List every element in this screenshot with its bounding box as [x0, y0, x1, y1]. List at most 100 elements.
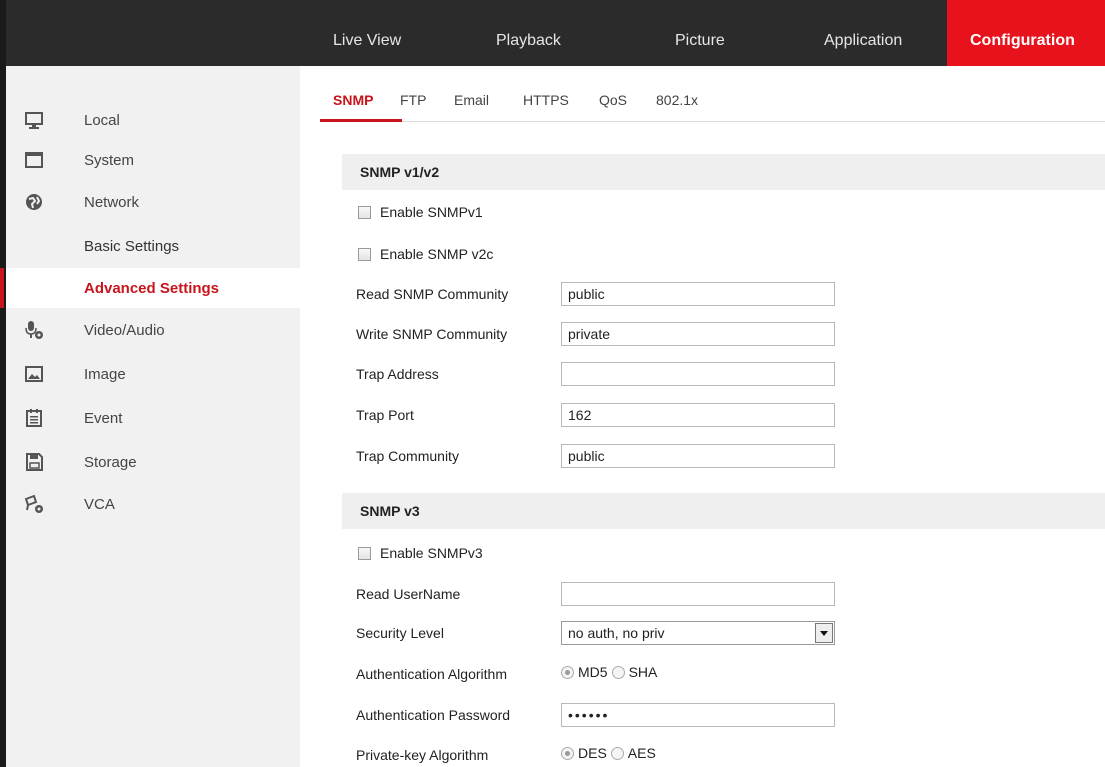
sidebar-item-label: Storage	[84, 453, 137, 471]
write-community-row: Write SNMP Community private	[356, 322, 1105, 346]
nav-configuration-label: Configuration	[970, 32, 1075, 49]
sidebar-item-basic-settings[interactable]: Basic Settings	[6, 226, 300, 266]
section-header-snmp-v1v2: SNMP v1/v2	[342, 154, 1105, 190]
sidebar-item-system[interactable]: System	[6, 140, 300, 180]
trap-port-input[interactable]: 162	[561, 403, 835, 427]
top-navigation-bar: Live View Playback Picture Application C…	[0, 0, 1105, 66]
security-level-label: Security Level	[356, 625, 444, 641]
section-header-snmp-v3: SNMP v3	[342, 493, 1105, 529]
auth-password-input[interactable]: ••••••	[561, 703, 835, 727]
tab-bar: SNMP FTP Email HTTPS QoS 802.1x	[320, 66, 1105, 122]
tab-https[interactable]: HTTPS	[523, 92, 569, 108]
sidebar-item-local[interactable]: Local	[6, 100, 300, 140]
security-level-value: no auth, no priv	[568, 625, 665, 641]
microphone-gear-icon	[25, 321, 43, 339]
write-community-label: Write SNMP Community	[356, 326, 508, 342]
monitor-icon	[25, 112, 43, 129]
chevron-down-icon[interactable]	[815, 623, 833, 643]
read-username-input[interactable]	[561, 582, 835, 606]
save-disk-icon	[26, 453, 43, 471]
nav-configuration[interactable]: Configuration	[947, 0, 1105, 66]
content-panel: SNMP FTP Email HTTPS QoS 802.1x SNMP v1/…	[300, 66, 1105, 767]
nav-application-label: Application	[824, 32, 903, 49]
private-key-algorithm-row: Private-key Algorithm DES AES	[356, 743, 1105, 767]
sidebar-item-label: Video/Audio	[84, 321, 165, 339]
trap-port-row: Trap Port 162	[356, 403, 1105, 427]
sidebar-item-label: Basic Settings	[84, 237, 180, 255]
enable-snmpv3-checkbox[interactable]	[358, 547, 371, 560]
calendar-icon	[26, 409, 42, 427]
priv-aes-radio[interactable]	[610, 746, 624, 760]
nav-picture[interactable]: Picture	[643, 0, 790, 66]
auth-md5-radio[interactable]	[561, 665, 574, 679]
private-key-algorithm-label: Private-key Algorithm	[356, 747, 489, 763]
trap-address-input[interactable]	[561, 362, 835, 386]
trap-community-input[interactable]: public	[561, 444, 835, 468]
sidebar-item-network[interactable]: Network	[6, 182, 300, 222]
read-community-row: Read SNMP Community public	[356, 282, 1105, 306]
sidebar-item-label: Event	[84, 409, 123, 427]
priv-aes-label: AES	[627, 745, 656, 761]
camera-gear-icon	[24, 494, 43, 513]
enable-snmpv2c-checkbox[interactable]	[358, 248, 371, 261]
trap-address-row: Trap Address	[356, 362, 1105, 386]
nav-picture-label: Picture	[675, 32, 725, 49]
sidebar-item-image[interactable]: Image	[6, 354, 300, 394]
tab-ftp[interactable]: FTP	[400, 92, 426, 108]
sidebar-item-video-audio[interactable]: Video/Audio	[6, 310, 300, 350]
active-tab-underline	[320, 119, 402, 122]
section-title: SNMP v1/v2	[360, 164, 440, 180]
tab-8021x[interactable]: 802.1x	[656, 92, 698, 108]
sidebar-item-label: Network	[84, 193, 140, 211]
nav-live-view-label: Live View	[333, 32, 402, 49]
active-indicator	[0, 268, 4, 308]
priv-des-label: DES	[578, 745, 607, 761]
auth-md5-label: MD5	[578, 664, 608, 680]
sidebar-item-label: VCA	[84, 495, 115, 513]
sidebar-item-label: Image	[84, 365, 126, 383]
sidebar-item-vca[interactable]: VCA	[6, 484, 300, 524]
sidebar-item-storage[interactable]: Storage	[6, 442, 300, 482]
tab-email[interactable]: Email	[454, 92, 489, 108]
sidebar-item-label: Local	[84, 111, 120, 129]
sidebar-item-label: System	[84, 151, 135, 169]
read-community-label: Read SNMP Community	[356, 286, 509, 302]
trap-community-row: Trap Community public	[356, 444, 1105, 468]
nav-live-view[interactable]: Live View	[306, 0, 476, 66]
auth-algorithm-row: Authentication Algorithm MD5 SHA	[356, 662, 1105, 686]
sidebar-item-event[interactable]: Event	[6, 398, 300, 438]
write-community-input[interactable]: private	[561, 322, 835, 346]
auth-sha-radio[interactable]	[611, 665, 625, 679]
nav-playback-label: Playback	[496, 32, 561, 49]
trap-community-label: Trap Community	[356, 448, 459, 464]
private-key-algorithm-radio-group: DES AES	[561, 745, 658, 761]
auth-password-row: Authentication Password ••••••	[356, 703, 1105, 727]
main-nav: Live View Playback Picture Application C…	[306, 0, 1105, 66]
read-community-input[interactable]: public	[561, 282, 835, 306]
sidebar-item-label: Advanced Settings	[84, 279, 220, 297]
section-title: SNMP v3	[360, 503, 420, 519]
enable-snmpv3-label: Enable SNMPv3	[380, 545, 483, 561]
enable-snmpv2c-label: Enable SNMP v2c	[380, 246, 494, 262]
sidebar: Local System Network Basic Settings Adva…	[0, 66, 300, 767]
enable-snmpv1-label: Enable SNMPv1	[380, 204, 483, 220]
auth-sha-label: SHA	[628, 664, 658, 680]
trap-port-label: Trap Port	[356, 407, 414, 423]
nav-application[interactable]: Application	[790, 0, 947, 66]
trap-address-label: Trap Address	[356, 366, 439, 382]
tab-qos[interactable]: QoS	[599, 92, 627, 108]
priv-des-radio[interactable]	[561, 746, 574, 760]
security-level-row: Security Level no auth, no priv	[356, 621, 1105, 645]
nav-playback[interactable]: Playback	[476, 0, 643, 66]
auth-algorithm-radio-group: MD5 SHA	[561, 664, 659, 680]
globe-icon	[26, 194, 42, 210]
sidebar-item-advanced-settings[interactable]: Advanced Settings	[0, 268, 300, 308]
enable-snmpv1-checkbox[interactable]	[358, 206, 371, 219]
read-username-row: Read UserName	[356, 582, 1105, 606]
window-icon	[25, 152, 43, 168]
image-icon	[25, 366, 43, 382]
auth-password-label: Authentication Password	[356, 707, 511, 723]
auth-algorithm-label: Authentication Algorithm	[356, 666, 507, 682]
tab-snmp[interactable]: SNMP	[333, 92, 373, 108]
security-level-select[interactable]: no auth, no priv	[561, 621, 835, 645]
